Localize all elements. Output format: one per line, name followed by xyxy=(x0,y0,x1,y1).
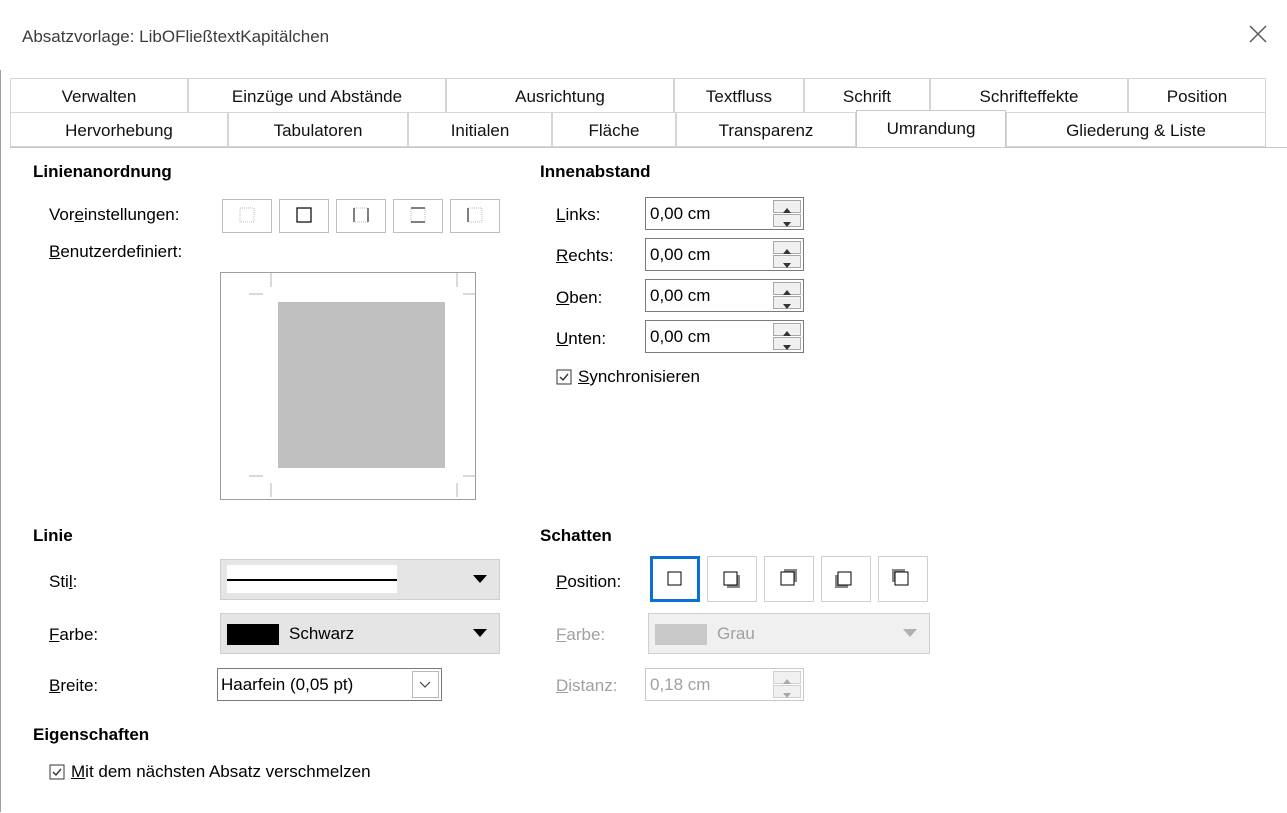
tab-umrandung[interactable]: Umrandung xyxy=(856,110,1006,148)
shadow-none-button[interactable] xyxy=(650,556,700,602)
tab-transparenz[interactable]: Transparenz xyxy=(676,112,856,147)
padding-bottom-spinbox[interactable]: 0,00 cm xyxy=(645,320,804,353)
tab-verwalten[interactable]: Verwalten xyxy=(10,78,188,113)
preset-box-button[interactable] xyxy=(279,199,329,233)
spin-down-icon[interactable] xyxy=(773,685,801,698)
spin-up-icon[interactable] xyxy=(773,671,801,684)
section-linienanordnung-heading: Linienanordnung xyxy=(33,162,172,181)
line-style-preview xyxy=(227,579,397,581)
section-innenabstand-heading: Innenabstand xyxy=(540,162,651,181)
padding-top-label: Oben: xyxy=(556,288,603,307)
tab-gliederung-liste[interactable]: Gliederung & Liste xyxy=(1006,112,1266,147)
preset-top-bottom-button[interactable] xyxy=(393,199,443,233)
shadow-top-left-button[interactable] xyxy=(878,556,928,602)
tab-initialen[interactable]: Initialen xyxy=(408,112,552,147)
padding-left-label: Links: xyxy=(556,205,601,224)
close-icon[interactable] xyxy=(1244,20,1272,48)
section-schatten-heading: Schatten xyxy=(540,526,612,545)
merge-with-next-label: Mit dem nächsten Absatz verschmelzen xyxy=(71,762,371,781)
chevron-down-icon xyxy=(473,575,487,583)
tab-hervorhebung[interactable]: Hervorhebung xyxy=(10,112,228,147)
tab-ausrichtung[interactable]: Ausrichtung xyxy=(446,78,674,113)
padding-right-label: Rechts: xyxy=(556,246,614,265)
shadow-position-label: Position: xyxy=(556,572,622,591)
synchronize-label: Synchronisieren xyxy=(578,367,700,386)
tab-einzuege-abstaende[interactable]: Einzüge und Abstände xyxy=(188,78,446,113)
color-swatch-black xyxy=(227,624,279,645)
shadow-distance-label: Distanz: xyxy=(556,676,618,695)
color-swatch-gray xyxy=(655,624,707,645)
chevron-down-icon[interactable] xyxy=(412,671,439,698)
spin-up-icon[interactable] xyxy=(773,282,801,295)
spin-down-icon[interactable] xyxy=(773,337,801,350)
shadow-color-label: Farbe: xyxy=(556,625,606,644)
checkbox-checked-icon xyxy=(49,764,65,780)
tab-flaeche[interactable]: Fläche xyxy=(552,112,676,147)
tab-schrift[interactable]: Schrift xyxy=(804,78,930,113)
section-linie-heading: Linie xyxy=(33,526,73,545)
preview-paragraph-block xyxy=(278,302,445,468)
tab-textfluss[interactable]: Textfluss xyxy=(674,78,804,113)
tab-position[interactable]: Position xyxy=(1128,78,1266,113)
custom-label: Benutzerdefiniert: xyxy=(49,242,183,261)
shadow-bottom-left-button[interactable] xyxy=(821,556,871,602)
preset-none-button[interactable] xyxy=(222,199,272,233)
tab-schrifteffekte[interactable]: Schrifteffekte xyxy=(930,78,1128,113)
padding-left-spinbox[interactable]: 0,00 cm xyxy=(645,197,804,230)
chevron-down-icon xyxy=(473,629,487,637)
spin-up-icon[interactable] xyxy=(773,241,801,254)
line-style-dropdown[interactable] xyxy=(220,559,500,600)
shadow-color-dropdown[interactable]: Grau xyxy=(648,613,930,654)
tab-bar: Verwalten Einzüge und Abstände Ausrichtu… xyxy=(10,70,1287,148)
spin-down-icon[interactable] xyxy=(773,255,801,268)
chevron-down-icon xyxy=(903,629,917,637)
presets-label: Voreinstellungen: xyxy=(49,205,180,224)
border-preview-area[interactable] xyxy=(220,272,477,500)
spin-up-icon[interactable] xyxy=(773,200,801,213)
padding-top-spinbox[interactable]: 0,00 cm xyxy=(645,279,804,312)
line-width-combobox[interactable]: Haarfein (0,05 pt) xyxy=(217,668,442,701)
checkbox-checked-icon xyxy=(556,369,572,385)
line-color-dropdown[interactable]: Schwarz xyxy=(220,613,500,654)
spin-down-icon[interactable] xyxy=(773,296,801,309)
shadow-top-right-button[interactable] xyxy=(764,556,814,602)
line-color-label: Farbe: xyxy=(49,625,99,644)
title-bar: Absatzvorlage: LibOFließtextKapitälchen xyxy=(0,0,1287,70)
tab-tabulatoren[interactable]: Tabulatoren xyxy=(228,112,408,147)
section-eigenschaften-heading: Eigenschaften xyxy=(33,725,150,744)
spin-up-icon[interactable] xyxy=(773,323,801,336)
preset-left-only-button[interactable] xyxy=(450,199,500,233)
padding-bottom-label: Unten: xyxy=(556,329,607,348)
padding-right-spinbox[interactable]: 0,00 cm xyxy=(645,238,804,271)
window-title: Absatzvorlage: LibOFließtextKapitälchen xyxy=(22,27,330,46)
line-width-label: Breite: xyxy=(49,676,99,695)
spin-down-icon[interactable] xyxy=(773,214,801,227)
preset-left-right-button[interactable] xyxy=(336,199,386,233)
shadow-distance-spinbox[interactable]: 0,18 cm xyxy=(645,668,804,701)
line-style-label: Stil: xyxy=(49,572,78,591)
shadow-bottom-right-button[interactable] xyxy=(707,556,757,602)
